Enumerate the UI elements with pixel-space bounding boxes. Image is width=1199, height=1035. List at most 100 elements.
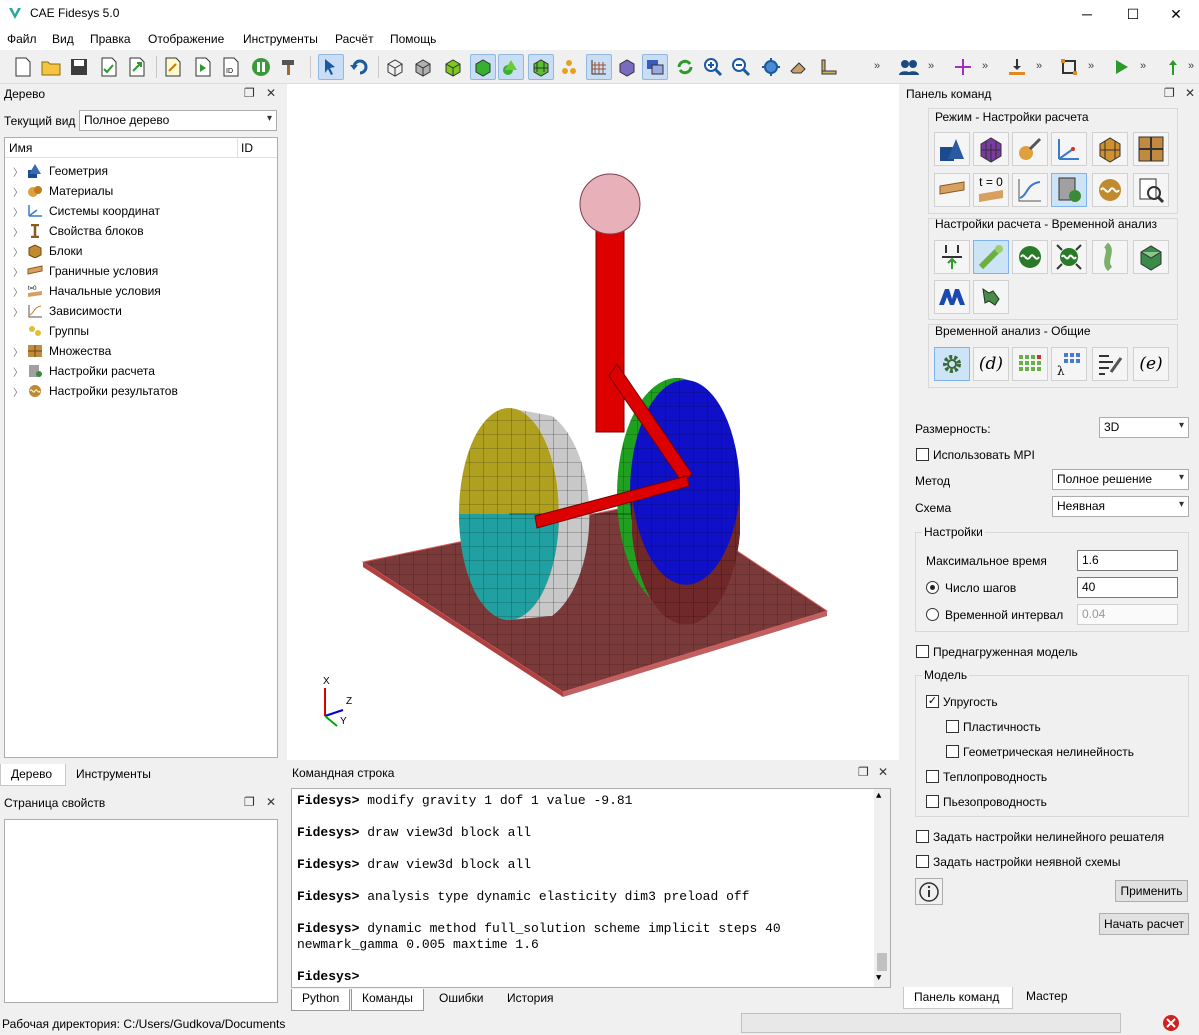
select-mode-icon[interactable] [318,54,344,80]
tree-item-geometry[interactable]: 〉 Геометрия [13,161,108,181]
block-mode-icon[interactable] [1092,132,1128,166]
tab-history[interactable]: История [497,989,564,1011]
transform-analysis-icon[interactable] [973,280,1009,314]
menu-edit[interactable]: Правка [90,32,131,46]
solid-cube-icon[interactable] [470,54,496,80]
elasticity-checkbox[interactable]: ✓ [926,695,939,708]
tree-item-initial-conditions[interactable]: 〉 t=0 Начальные условия [13,281,161,301]
menu-display[interactable]: Отображение [148,32,224,46]
export-icon[interactable] [124,54,150,80]
steps-input[interactable]: 40 [1077,577,1178,598]
tree-close-icon[interactable]: ✕ [266,86,276,100]
id-journal-icon[interactable]: ID [218,54,244,80]
minimize-button[interactable]: ─ [1064,0,1110,28]
box-icon[interactable] [614,54,640,80]
material-mode-icon[interactable] [1012,132,1048,166]
tree-item-coord-systems[interactable]: 〉 Системы координат [13,201,160,221]
zoom-out-icon[interactable] [728,54,754,80]
toolbar-overflow-5-icon[interactable]: » [1088,60,1094,72]
console-scrollbar[interactable]: ▲ ▼ [874,789,890,987]
new-file-icon[interactable] [10,54,36,80]
properties-close-icon[interactable]: ✕ [266,795,276,809]
eigen-matrix-icon[interactable]: λ [1051,347,1087,381]
journal-edit-icon[interactable] [160,54,186,80]
axis-z-icon[interactable] [1160,54,1186,80]
tab-errors[interactable]: Ошибки [429,989,494,1011]
modal-analysis-icon[interactable] [1012,240,1048,274]
interval-input[interactable]: 0.04 [1077,604,1178,625]
mesh-cube-icon[interactable] [528,54,554,80]
sets-mode-icon[interactable] [1133,132,1169,166]
tree-item-blocks[interactable]: 〉 Блоки [13,241,83,261]
current-view-select[interactable]: Полное дерево ▾ [79,110,277,131]
play-journal-icon[interactable] [190,54,216,80]
plasticity-checkbox[interactable] [946,720,959,733]
tab-python[interactable]: Python [291,989,351,1011]
save-icon[interactable] [66,54,92,80]
users-icon[interactable] [896,54,922,80]
tab-tools[interactable]: Инструменты [66,764,161,786]
mpi-checkbox[interactable] [916,448,929,461]
thermal-analysis-icon[interactable] [1133,240,1169,274]
mesh-mode-icon[interactable] [973,132,1009,166]
console-float-icon[interactable]: ❐ [858,765,869,779]
fit-view-icon[interactable] [758,54,784,80]
zoom-in-icon[interactable] [700,54,726,80]
refresh-icon[interactable] [672,54,698,80]
harmonic-analysis-icon[interactable] [1051,240,1087,274]
windows-icon[interactable] [642,54,668,80]
settings-gear-icon[interactable] [934,347,970,381]
shapes-icon[interactable] [498,54,524,80]
autocad-logo-icon[interactable] [934,280,970,314]
tree-item-groups[interactable]: Группы [13,321,89,341]
interval-radio[interactable] [926,608,939,621]
undo-icon[interactable] [346,54,372,80]
eraser-icon[interactable] [786,54,812,80]
grid-icon[interactable] [586,54,612,80]
toolbar-overflow-7-icon[interactable]: » [1188,60,1194,72]
model-render[interactable] [287,84,899,760]
run-icon[interactable] [1108,54,1134,80]
toolbar-overflow-2-icon[interactable]: » [928,60,934,72]
inspect-mode-icon[interactable] [1133,173,1169,207]
ruler-icon[interactable] [816,54,842,80]
maximize-button[interactable]: ☐ [1110,0,1156,28]
tree-item-sets[interactable]: 〉 Множества [13,341,111,361]
import-icon[interactable] [96,54,122,80]
apply-button[interactable]: Применить [1115,880,1188,902]
thermal-checkbox[interactable] [926,770,939,783]
tree-item-calc-settings[interactable]: 〉 Настройки расчета [13,361,155,381]
preloaded-checkbox[interactable] [916,645,929,658]
tree-item-boundary-conditions[interactable]: 〉 Граничные условия [13,261,158,281]
viewport-3d[interactable]: X Z Y [287,84,899,760]
nonlin-solver-checkbox[interactable] [916,830,929,843]
tab-wizard[interactable]: Мастер [1016,986,1078,1008]
close-button[interactable]: ✕ [1153,0,1199,28]
bounding-box-icon[interactable] [1056,54,1082,80]
tree-col-id[interactable]: ID [241,141,253,155]
tree-item-block-properties[interactable]: 〉 Свойства блоков [13,221,144,241]
tab-command-panel[interactable]: Панель команд [903,987,1013,1009]
start-calc-button[interactable]: Начать расчет [1099,913,1189,935]
hammer-icon[interactable] [276,54,302,80]
max-time-input[interactable]: 1.6 [1077,550,1178,571]
menu-calc[interactable]: Расчёт [335,32,374,46]
menu-file[interactable]: Файл [7,32,37,46]
open-folder-icon[interactable] [38,54,64,80]
buckling-analysis-icon[interactable] [1092,240,1128,274]
implicit-scheme-checkbox[interactable] [916,855,929,868]
pause-icon[interactable] [248,54,274,80]
info-button[interactable] [915,878,943,905]
tree-item-dependencies[interactable]: 〉 Зависимости [13,301,122,321]
error-indicator-icon[interactable] [1162,1014,1180,1032]
piezo-checkbox[interactable] [926,795,939,808]
steps-radio[interactable] [926,581,939,594]
crosshair-icon[interactable] [950,54,976,80]
calc-settings-mode-icon[interactable] [1051,173,1087,207]
dependency-mode-icon[interactable] [1012,173,1048,207]
command-close-icon[interactable]: ✕ [1185,86,1195,100]
bc-mode-icon[interactable] [934,173,970,207]
static-analysis-icon[interactable] [934,240,970,274]
menu-view[interactable]: Вид [52,32,74,46]
shaded-cube-icon[interactable] [440,54,466,80]
